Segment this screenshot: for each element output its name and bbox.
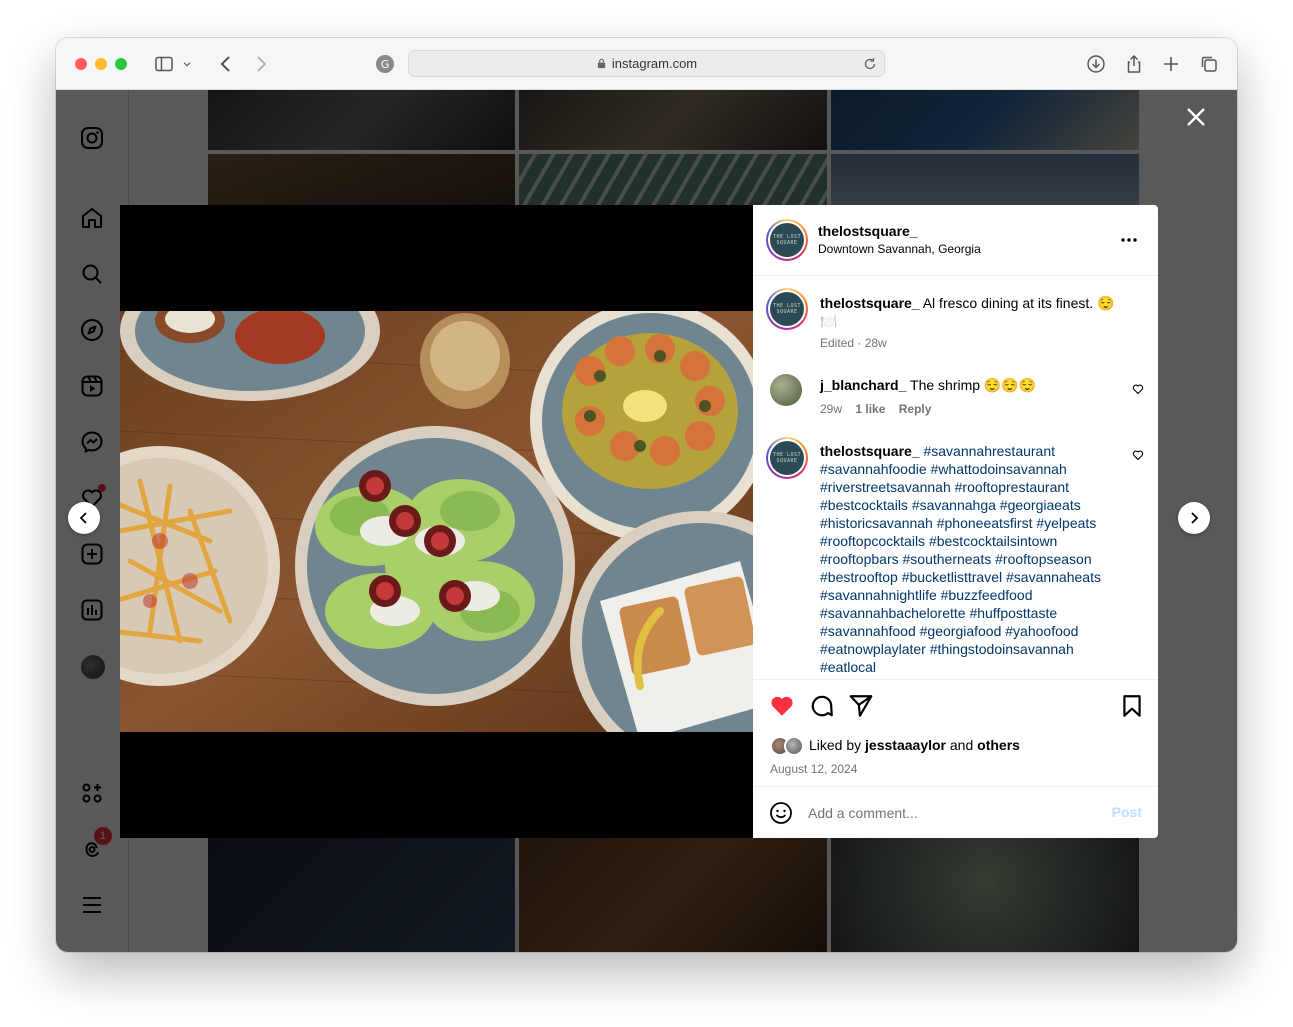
liked-heart-icon[interactable] <box>769 693 795 719</box>
liked-by-and: and <box>949 737 974 753</box>
previous-post-button[interactable] <box>68 502 100 534</box>
share-post-icon[interactable] <box>848 693 874 719</box>
comment-icon[interactable] <box>809 693 835 719</box>
hashtags-text[interactable]: #savannahrestaurant #savannahfoodie #wha… <box>820 443 1101 675</box>
chevron-right-icon <box>1191 512 1199 524</box>
liked-by-prefix: Liked by <box>809 737 862 753</box>
save-bookmark-icon[interactable] <box>1119 693 1145 719</box>
hashtag-comment: thelostsquare_ #savannahrestaurant #sava… <box>820 442 1120 676</box>
post-date[interactable]: August 12, 2024 <box>770 762 857 776</box>
emoji-icon[interactable] <box>769 801 793 825</box>
next-post-button[interactable] <box>1178 502 1210 534</box>
author-username[interactable]: thelostsquare_ <box>818 223 918 239</box>
minimize-window-button[interactable] <box>95 58 107 70</box>
post-comment-button[interactable]: Post <box>1112 804 1142 820</box>
chevron-left-icon <box>79 512 87 524</box>
share-icon[interactable] <box>1122 52 1146 76</box>
downloads-icon[interactable] <box>1084 52 1108 76</box>
post-photo <box>120 311 753 732</box>
url-text: instagram.com <box>611 56 698 71</box>
lock-icon <box>597 58 606 69</box>
zoom-window-button[interactable] <box>115 58 127 70</box>
commenter-avatar[interactable] <box>770 374 802 406</box>
post-actions: Liked by jesstaaaylor and others August … <box>753 679 1158 786</box>
back-icon[interactable] <box>214 52 238 76</box>
more-options-icon[interactable] <box>1119 232 1139 248</box>
author-logo: THE LOST SQUARE <box>770 223 804 257</box>
comment: j_blanchard_ The shrimp 😌😌😌 <box>820 376 1120 394</box>
browser-toolbar: G instagram.com <box>56 38 1237 90</box>
comments-list: THE LOST SQUARE thelostsquare_ Al fresco… <box>753 277 1158 679</box>
author-avatar[interactable]: THE LOST SQUARE <box>766 219 808 261</box>
comment-input[interactable] <box>808 801 1098 825</box>
post-media[interactable] <box>120 205 753 838</box>
add-comment-bar: Post <box>753 786 1158 838</box>
liker-avatar[interactable] <box>784 736 804 756</box>
comment-username[interactable]: j_blanchard_ <box>820 377 906 393</box>
post-details-panel: THE LOST SQUARE thelostsquare_ Downtown … <box>753 205 1158 838</box>
liked-by-user[interactable]: jesstaaaylor <box>865 737 946 753</box>
forward-icon[interactable] <box>249 52 273 76</box>
comment-time[interactable]: 29w <box>820 402 842 416</box>
page-content: 1 <box>56 90 1237 952</box>
caption-meta: Edited · 28w <box>820 336 887 350</box>
post-location[interactable]: Downtown Savannah, Georgia <box>818 242 981 256</box>
reload-icon[interactable] <box>862 56 878 72</box>
caption-author-logo: THE LOST SQUARE <box>770 292 804 326</box>
liked-by-summary: Liked by jesstaaaylor and others <box>809 737 1020 753</box>
grammarly-extension-icon[interactable]: G <box>373 52 397 76</box>
commenter-avatar[interactable]: THE LOST SQUARE <box>766 437 808 479</box>
comment-username[interactable]: thelostsquare_ <box>820 443 920 459</box>
browser-window: G instagram.com THE LOST SQUARE thelosts… <box>56 38 1237 952</box>
like-comment-heart-icon[interactable] <box>1132 383 1144 395</box>
tab-overview-icon[interactable] <box>1197 52 1221 76</box>
chevron-down-icon[interactable] <box>180 52 194 76</box>
like-comment-heart-icon[interactable] <box>1132 449 1144 461</box>
reply-button[interactable]: Reply <box>899 402 932 416</box>
new-tab-icon[interactable] <box>1159 52 1183 76</box>
comment-meta: 29w 1 like Reply <box>820 402 931 416</box>
svg-text:G: G <box>381 58 390 71</box>
close-window-button[interactable] <box>75 58 87 70</box>
comment-likes[interactable]: 1 like <box>855 402 885 416</box>
liked-by-others[interactable]: others <box>977 737 1020 753</box>
caption-username[interactable]: thelostsquare_ <box>820 295 920 311</box>
post-header: THE LOST SQUARE thelostsquare_ Downtown … <box>753 205 1158 276</box>
caption-author-avatar[interactable]: THE LOST SQUARE <box>766 288 808 330</box>
address-bar[interactable]: instagram.com <box>408 50 885 77</box>
sidebar-toggle-icon[interactable] <box>152 52 176 76</box>
commenter-logo: THE LOST SQUARE <box>770 441 804 475</box>
close-icon[interactable] <box>1184 105 1208 129</box>
comment-text: The shrimp 😌😌😌 <box>910 377 1037 393</box>
caption: thelostsquare_ Al fresco dining at its f… <box>820 294 1130 330</box>
